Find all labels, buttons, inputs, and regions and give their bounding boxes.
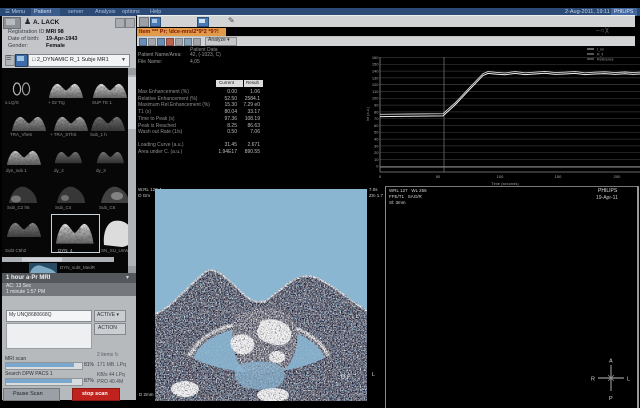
svg-text:90: 90 [374,103,379,108]
svg-text:s.LQ/S: s.LQ/S [5,100,19,105]
svg-text:R: R [591,377,595,383]
svg-text:Subt C5h2: Subt C5h2 [5,248,27,253]
svg-text:A: A [609,359,613,365]
svg-text:150: 150 [555,174,562,179]
svg-text:50: 50 [436,174,441,179]
svg-text:0: 0 [376,164,379,169]
svg-text:50: 50 [374,130,379,135]
svg-text:P: P [609,396,613,401]
svg-text:120: 120 [372,82,379,87]
svg-text:80: 80 [374,109,379,114]
svg-text:10: 10 [374,157,379,162]
svg-text:100: 100 [497,174,504,179]
svg-text:+ 02 Trg: + 02 Trg [48,100,65,105]
svg-text:dy_2: dy_2 [54,168,64,173]
svg-text:Int (a.u.): Int (a.u.) [366,106,370,121]
svg-text:Sub_1 h: Sub_1 h [90,132,107,137]
svg-text:150: 150 [372,62,379,67]
svg-text:Sub_C4: Sub_C4 [55,205,72,210]
svg-text:+ TRA_SThS: + TRA_SThS [50,132,77,137]
svg-text:SUP TE 1: SUP TE 1 [92,100,112,105]
svg-text:70: 70 [374,116,379,121]
svg-text:160: 160 [372,55,379,60]
svg-text:Sub_C2 h5: Sub_C2 h5 [7,205,30,210]
svg-text:0: 0 [379,174,382,179]
svg-text:L: L [627,377,630,383]
svg-text:130: 130 [372,75,379,80]
svg-text:Reference: Reference [597,57,614,61]
svg-text:dyn_sub 1: dyn_sub 1 [6,168,27,173]
svg-text:t_nn: t_nn [597,47,604,51]
svg-text:20: 20 [374,150,379,155]
svg-text:TRA_Vhe5: TRA_Vhe5 [10,132,33,137]
svg-text:40: 40 [374,137,379,142]
svg-text:R_ll: R_ll [597,52,603,56]
svg-text:200: 200 [614,174,621,179]
svg-text:60: 60 [374,123,379,128]
svg-text:110: 110 [372,89,379,94]
svg-text:140: 140 [372,69,379,74]
svg-text:SN_SU_UnW8: SN_SU_UnW8 [101,248,128,253]
svg-text:100: 100 [372,96,379,101]
svg-text:DYN_4: DYN_4 [58,248,73,253]
svg-text:dy_3: dy_3 [96,168,106,173]
svg-text:30: 30 [374,143,379,148]
svg-text:Sub_C6: Sub_C6 [99,205,116,210]
svg-text:DYN_subt_MedR: DYN_subt_MedR [60,265,96,270]
svg-text:D F: D F [341,375,351,381]
